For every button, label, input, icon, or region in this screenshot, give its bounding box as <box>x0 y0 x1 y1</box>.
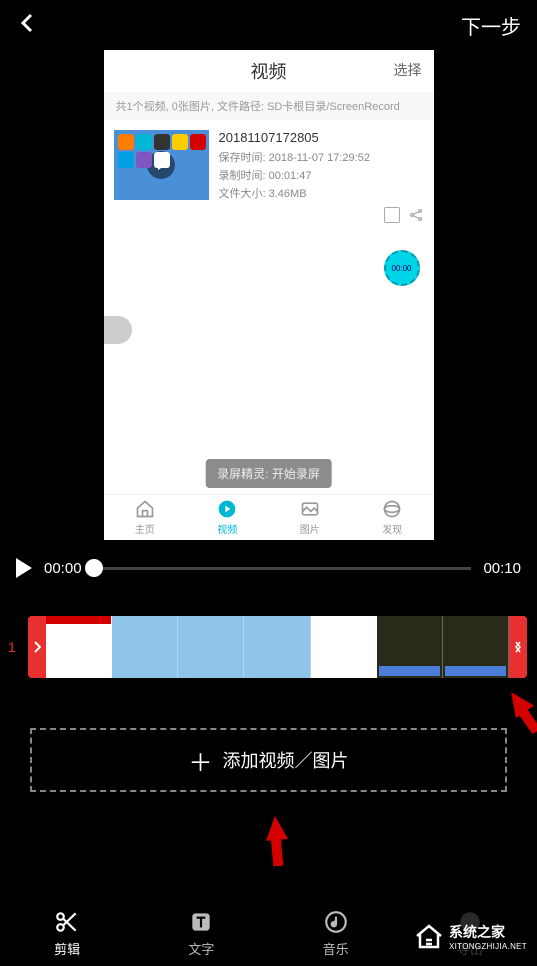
watermark: 系统之家 XITONGZHIJIA.NET <box>413 920 527 952</box>
frames-strip <box>46 616 509 678</box>
track-handle-right[interactable] <box>509 616 527 678</box>
playback-bar: 00:00 00:10 <box>0 540 537 596</box>
discover-icon <box>382 499 402 519</box>
preview-header: 视频 选择 <box>104 50 434 92</box>
annotation-arrow <box>507 690 529 714</box>
track-number: 1 <box>8 639 22 655</box>
house-icon <box>413 920 445 952</box>
video-thumbnail <box>114 130 209 200</box>
mic-badge[interactable] <box>104 316 132 344</box>
preview-screen: 视频 选择 共1个视频, 0张图片, 文件路径: SD卡根目录/ScreenRe… <box>104 50 434 540</box>
back-icon <box>16 11 40 35</box>
add-media-button[interactable]: ＋ 添加视频／图片 <box>30 728 507 792</box>
video-meta: 20181107172805 保存时间: 2018-11-07 17:29:52… <box>219 130 424 225</box>
progress-bar[interactable] <box>94 567 472 570</box>
text-icon <box>188 909 214 935</box>
edit-icon[interactable] <box>384 207 400 223</box>
progress-thumb[interactable] <box>85 559 103 577</box>
frame <box>443 616 509 678</box>
chevron-right-icon <box>33 641 41 653</box>
back-button[interactable] <box>16 11 40 40</box>
nav-text[interactable]: 文字 <box>188 909 214 958</box>
watermark-url: XITONGZHIJIA.NET <box>449 942 527 951</box>
video-icon <box>217 499 237 519</box>
scissors-icon <box>54 909 80 935</box>
preview-title: 视频 <box>251 62 287 82</box>
timer-badge[interactable]: 00:00 <box>384 250 420 286</box>
nav-edit[interactable]: 剪辑 <box>54 909 80 958</box>
frame <box>178 616 244 678</box>
video-list-item[interactable]: 20181107172805 保存时间: 2018-11-07 17:29:52… <box>104 120 434 235</box>
top-bar: 下一步 <box>0 0 537 50</box>
frame <box>311 616 377 678</box>
drag-handle-icon <box>513 640 523 654</box>
preview-tab-discover[interactable]: 发现 <box>382 499 402 536</box>
preview-tab-image[interactable]: 图片 <box>300 499 320 536</box>
total-time: 00:10 <box>483 560 521 577</box>
watermark-name: 系统之家 <box>449 922 527 942</box>
home-icon <box>135 499 155 519</box>
preview-tabbar: 主页 视频 图片 发现 <box>104 494 434 540</box>
track-handle-left[interactable] <box>28 616 46 678</box>
frame <box>46 616 112 678</box>
current-time: 00:00 <box>44 560 82 577</box>
toast-message: 录屏精灵: 开始录屏 <box>205 459 332 488</box>
frame <box>112 616 178 678</box>
next-button[interactable]: 下一步 <box>461 11 521 40</box>
plus-icon: ＋ <box>189 743 213 778</box>
add-media-label: 添加视频／图片 <box>223 747 349 773</box>
preview-tab-home[interactable]: 主页 <box>135 499 155 536</box>
timeline: 1 <box>0 596 537 698</box>
annotation-arrow <box>265 816 287 840</box>
video-name: 20181107172805 <box>219 130 424 145</box>
share-icon[interactable] <box>408 207 424 223</box>
music-icon <box>323 909 349 935</box>
play-button[interactable] <box>16 558 32 578</box>
frame <box>377 616 443 678</box>
frame <box>244 616 310 678</box>
image-icon <box>300 499 320 519</box>
preview-select-button[interactable]: 选择 <box>394 60 422 80</box>
preview-summary: 共1个视频, 0张图片, 文件路径: SD卡根目录/ScreenRecord <box>104 92 434 120</box>
preview-tab-video[interactable]: 视频 <box>217 499 237 536</box>
video-track[interactable] <box>28 616 527 678</box>
nav-music[interactable]: 音乐 <box>323 909 349 958</box>
